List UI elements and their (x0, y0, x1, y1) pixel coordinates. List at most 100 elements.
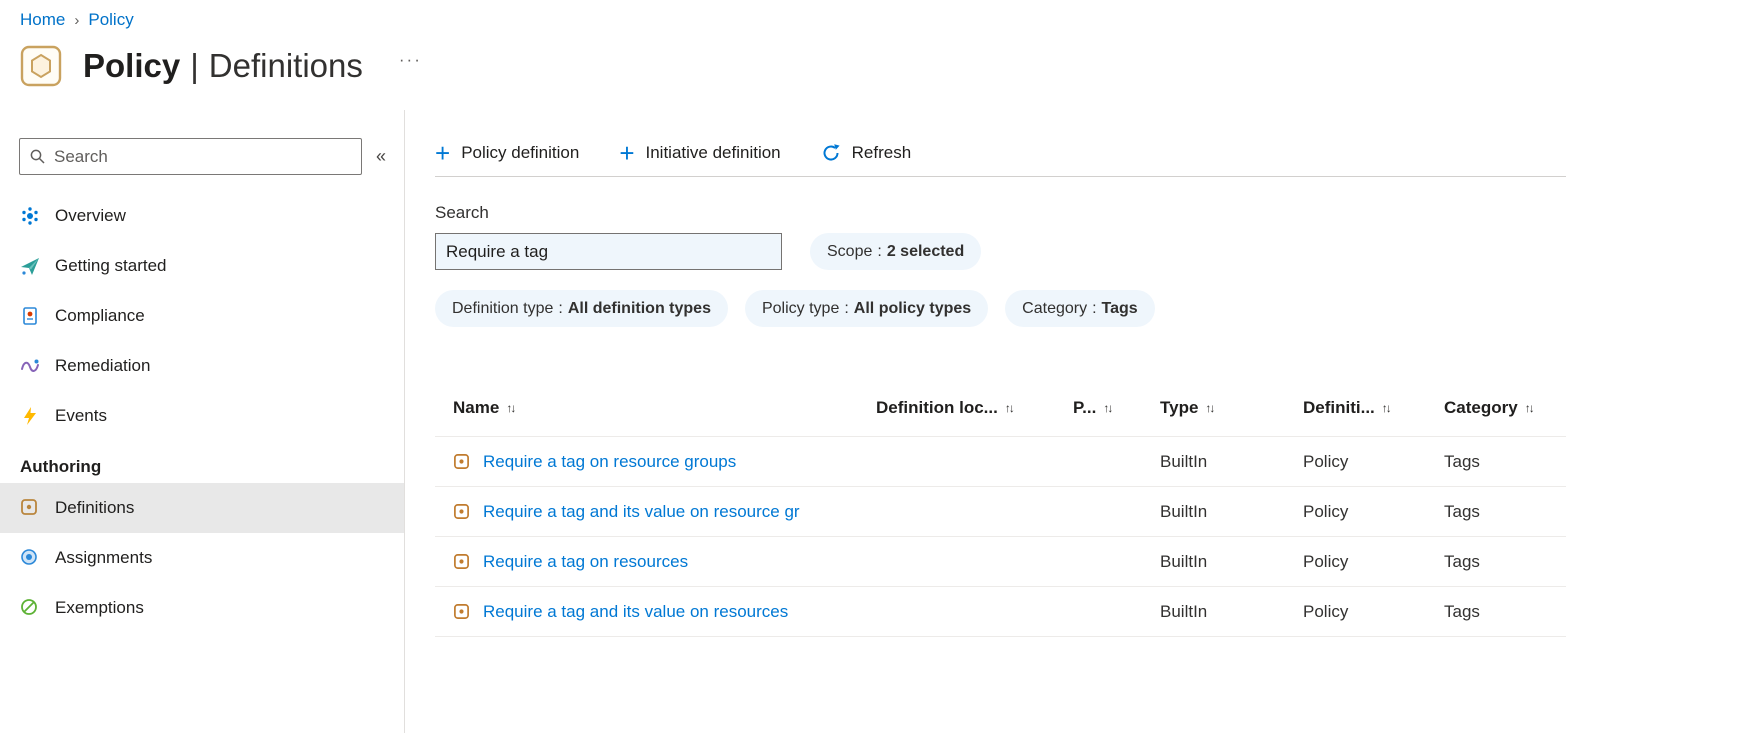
sidebar-item-compliance[interactable]: Compliance (0, 291, 404, 341)
column-header-type[interactable]: Type ↑↓ (1160, 398, 1303, 418)
cell-name: Require a tag on resources (435, 552, 876, 572)
column-header-definition-location[interactable]: Definition loc... ↑↓ (876, 398, 1073, 418)
definition-search-input[interactable] (435, 233, 782, 270)
breadcrumb: Home › Policy (0, 0, 1742, 30)
sidebar-search (19, 138, 362, 175)
column-header-name[interactable]: Name ↑↓ (435, 398, 876, 418)
initiative-definition-button[interactable]: + Initiative definition (619, 138, 781, 168)
policy-type-filter-pill[interactable]: Policy type : All policy types (744, 290, 989, 327)
events-icon (20, 406, 40, 426)
column-header-label: Category (1444, 397, 1518, 417)
definitions-icon (20, 498, 40, 518)
cell-name: Require a tag on resource groups (435, 452, 876, 472)
sort-icon: ↑↓ (506, 400, 516, 415)
policy-definition-link[interactable]: Require a tag and its value on resource … (483, 502, 800, 522)
column-header-label: P... (1073, 397, 1097, 417)
column-header-label: Name (453, 397, 500, 417)
sidebar-search-input[interactable] (19, 138, 362, 175)
sidebar-item-exemptions[interactable]: Exemptions (0, 583, 404, 633)
cell-category: Tags (1444, 551, 1480, 571)
policy-definition-icon (453, 603, 470, 620)
column-header-label: Definiti... (1303, 397, 1375, 417)
policy-definition-link[interactable]: Require a tag and its value on resources (483, 602, 788, 622)
sidebar-item-overview[interactable]: Overview (0, 191, 404, 241)
overview-icon (20, 206, 40, 226)
column-header-label: Type (1160, 397, 1199, 417)
search-label: Search (435, 203, 489, 222)
table-row: Require a tag on resource groups BuiltIn… (435, 437, 1566, 487)
sidebar-item-label: Overview (55, 206, 126, 225)
sidebar-item-getting-started[interactable]: Getting started (0, 241, 404, 291)
plus-icon: + (435, 138, 451, 168)
cell-category: Tags (1444, 501, 1480, 521)
table-row: Require a tag on resources BuiltIn Polic… (435, 537, 1566, 587)
cell-definition-type: Policy (1303, 451, 1349, 471)
policy-definition-link[interactable]: Require a tag on resource groups (483, 452, 736, 472)
cell-type: BuiltIn (1160, 501, 1208, 521)
page-title-primary: Policy (83, 47, 181, 84)
sidebar-item-label: Assignments (55, 548, 153, 567)
column-header-category[interactable]: Category ↑↓ (1444, 398, 1566, 418)
sidebar-item-remediation[interactable]: Remediation (0, 341, 404, 391)
sidebar-collapse-button[interactable]: « (376, 146, 392, 167)
policy-definition-icon (453, 453, 470, 470)
breadcrumb-policy-link[interactable]: Policy (88, 10, 133, 30)
pill-value: All definition types (567, 299, 711, 317)
page-title: Policy | Definitions (83, 47, 363, 85)
sidebar-item-events[interactable]: Events (0, 391, 404, 441)
sidebar-item-label: Events (55, 406, 107, 425)
toolbar-divider (435, 176, 1566, 177)
getting-started-icon (20, 256, 40, 276)
policy-definitions-page: Home › Policy Policy | Definitions ··· S… (0, 0, 1742, 743)
search-icon (30, 149, 45, 164)
pill-separator: : (558, 299, 563, 317)
sidebar-item-definitions[interactable]: Definitions (0, 483, 404, 533)
sidebar-item-assignments[interactable]: Assignments (0, 533, 404, 583)
sidebar-item-label: Exemptions (55, 598, 144, 617)
sort-icon: ↑↓ (1004, 400, 1015, 415)
sidebar-item-label: Compliance (55, 306, 145, 325)
policy-page-icon (19, 44, 63, 88)
sort-icon: ↑↓ (1103, 400, 1113, 415)
column-header-label: Definition loc... (876, 397, 998, 417)
policy-definition-icon (453, 503, 470, 520)
cell-definition-type: Policy (1303, 551, 1349, 571)
toolbar-button-label: Refresh (851, 143, 912, 162)
breadcrumb-home-link[interactable]: Home (20, 10, 65, 30)
sort-icon: ↑↓ (1524, 400, 1535, 415)
cell-name: Require a tag and its value on resource … (435, 502, 876, 522)
table-header-row: Name ↑↓ Definition loc... ↑↓ P... ↑↓ Typ… (435, 379, 1566, 437)
column-header-policies[interactable]: P... ↑↓ (1073, 398, 1160, 418)
plus-icon: + (619, 138, 635, 168)
definition-type-filter-pill[interactable]: Definition type : All definition types (435, 290, 728, 327)
policy-definition-icon (453, 553, 470, 570)
cell-name: Require a tag and its value on resources (435, 602, 876, 622)
toolbar-button-label: Initiative definition (645, 143, 781, 162)
more-options-button[interactable]: ··· (399, 50, 422, 70)
compliance-icon (20, 306, 40, 326)
pill-name: Definition type (452, 299, 554, 317)
pill-value: Tags (1101, 299, 1138, 317)
cell-category: Tags (1444, 451, 1480, 471)
toolbar-button-label: Policy definition (461, 143, 580, 162)
cell-type: BuiltIn (1160, 451, 1208, 471)
main-panel: + Policy definition + Initiative definit… (405, 110, 1742, 733)
cell-category: Tags (1444, 601, 1480, 621)
pill-separator: : (844, 299, 849, 317)
pill-separator: : (877, 242, 882, 260)
pill-name: Policy type (761, 299, 840, 317)
remediation-icon (20, 356, 40, 376)
page-title-secondary: Definitions (208, 47, 363, 84)
category-filter-pill[interactable]: Category : Tags (1005, 290, 1155, 327)
column-header-definition-type[interactable]: Definiti... ↑↓ (1303, 398, 1444, 418)
cell-definition-type: Policy (1303, 501, 1349, 521)
pill-separator: : (1092, 299, 1097, 317)
assignments-icon (20, 548, 40, 568)
definitions-table: Name ↑↓ Definition loc... ↑↓ P... ↑↓ Typ… (435, 379, 1566, 637)
refresh-button[interactable]: Refresh (821, 143, 912, 163)
policy-definition-button[interactable]: + Policy definition (435, 138, 580, 168)
exemptions-icon (20, 598, 40, 618)
scope-filter-pill[interactable]: Scope : 2 selected (810, 233, 982, 270)
cell-type: BuiltIn (1160, 551, 1208, 571)
policy-definition-link[interactable]: Require a tag on resources (483, 552, 688, 572)
